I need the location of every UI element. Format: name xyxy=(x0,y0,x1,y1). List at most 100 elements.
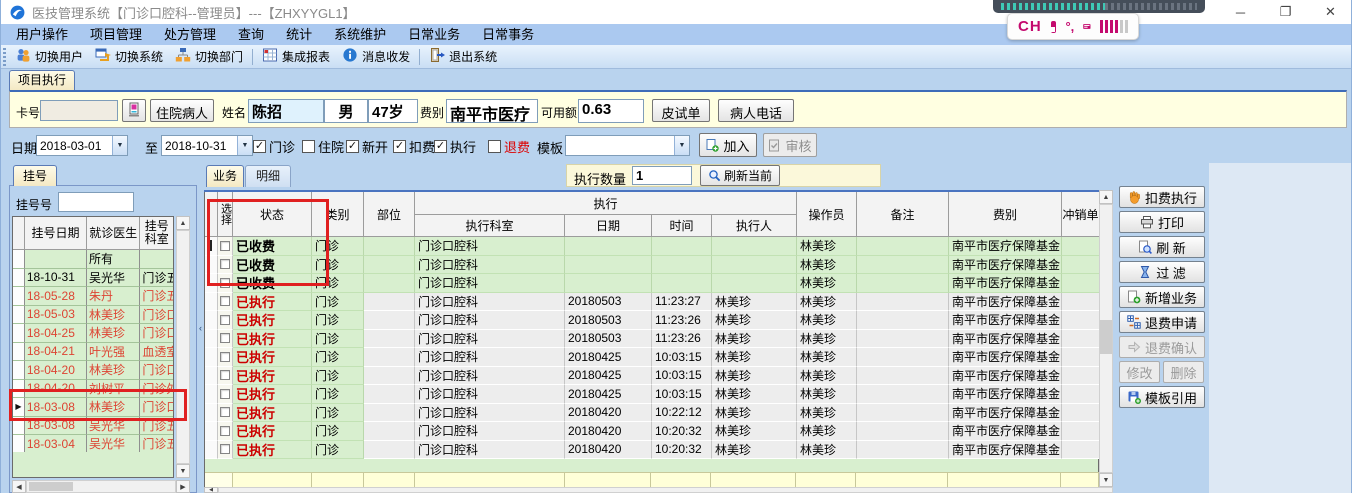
action-button-8[interactable]: 删除 xyxy=(1163,361,1204,383)
toolbar-item-3[interactable]: 集成报表 xyxy=(256,46,336,68)
action-button-9[interactable]: 模板引用 xyxy=(1119,386,1205,408)
date-from-dropdown[interactable]: 2018-03-01 ▼ xyxy=(36,135,128,156)
panel-splitter[interactable]: ‹ xyxy=(197,163,204,493)
scroll-down-icon[interactable]: ▼ xyxy=(1099,473,1113,487)
menu-item-0[interactable]: 用户操作 xyxy=(5,24,79,45)
scroll-up-icon[interactable]: ▲ xyxy=(1099,190,1113,204)
tab-detail[interactable]: 明细 xyxy=(245,165,291,187)
audit-button[interactable]: 审核 xyxy=(763,133,817,157)
scroll-up-icon[interactable]: ▲ xyxy=(176,216,190,230)
registration-row[interactable]: 18-03-08吴光华门诊五官 xyxy=(13,416,173,435)
menu-item-7[interactable]: 日常事务 xyxy=(471,24,545,45)
card-no-input[interactable] xyxy=(40,100,118,121)
business-row[interactable]: 已执行 门诊 门诊口腔科 20180420 10:20:32 林美珍 林美珍 南平市医疗保障基… xyxy=(204,440,1113,459)
registration-row[interactable]: 18-04-20刘树平门诊外科 xyxy=(13,379,173,398)
row-checkbox[interactable] xyxy=(220,240,230,251)
chevron-down-icon[interactable]: ▼ xyxy=(674,136,689,155)
add-button[interactable]: 加入 xyxy=(699,133,757,157)
menu-item-4[interactable]: 统计 xyxy=(275,24,323,45)
scroll-thumb[interactable] xyxy=(1100,320,1112,354)
cell-select[interactable] xyxy=(218,422,233,441)
close-button[interactable]: ✕ xyxy=(1308,4,1351,20)
menu-item-3[interactable]: 查询 xyxy=(227,24,275,45)
registration-row[interactable]: 18-05-03林美珍门诊口腔 xyxy=(13,305,173,324)
scroll-left-icon[interactable]: ◀ xyxy=(12,480,26,493)
registration-row[interactable]: 18-04-25林美珍门诊口腔 xyxy=(13,324,173,343)
checkbox-box[interactable]: ✓ xyxy=(393,140,406,153)
ime-fullwidth-icon[interactable] xyxy=(1050,20,1057,33)
checkbox-box[interactable]: ✓ xyxy=(253,140,266,153)
checkbox-门诊[interactable]: ✓ 门诊 xyxy=(253,137,295,156)
registration-row[interactable]: 18-04-20林美珍门诊口腔 xyxy=(13,361,173,380)
row-checkbox[interactable] xyxy=(220,333,230,344)
scroll-thumb[interactable] xyxy=(29,482,73,491)
ime-lang-indicator[interactable]: CH xyxy=(1018,18,1042,35)
action-button-7[interactable]: 修改 xyxy=(1119,361,1160,383)
row-checkbox[interactable] xyxy=(220,259,230,270)
business-row[interactable]: 已执行 门诊 门诊口腔科 20180420 10:22:12 林美珍 林美珍 南平市医疗保障基… xyxy=(204,403,1113,422)
action-button-1[interactable]: 打印 xyxy=(1119,211,1205,233)
cell-select[interactable] xyxy=(218,348,233,367)
registration-row[interactable]: ▶18-03-08林美珍门诊口腔 xyxy=(13,398,173,417)
ime-keyboard-icon[interactable] xyxy=(1083,21,1091,32)
business-vscrollbar[interactable]: ▲ ▼ xyxy=(1099,190,1113,487)
tab-business[interactable]: 业务 xyxy=(206,165,244,187)
cell-select[interactable] xyxy=(218,385,233,404)
checkbox-box[interactable] xyxy=(488,140,501,153)
toolbar-item-1[interactable]: 切换系统 xyxy=(89,46,169,68)
action-button-3[interactable]: 过 滤 xyxy=(1119,261,1205,283)
chevron-down-icon[interactable]: ▼ xyxy=(112,136,127,155)
card-reader-button[interactable] xyxy=(122,99,146,122)
action-button-6[interactable]: 退费确认 xyxy=(1119,336,1205,358)
row-checkbox[interactable] xyxy=(220,444,230,455)
action-button-5[interactable]: 退费申请 xyxy=(1119,311,1205,333)
reg-no-input[interactable] xyxy=(58,192,134,212)
chevron-down-icon[interactable]: ▼ xyxy=(237,136,252,155)
ime-punctuation-icon[interactable]: °, xyxy=(1065,19,1074,34)
row-checkbox[interactable] xyxy=(220,425,230,436)
inpatient-button[interactable]: 住院病人 xyxy=(150,99,214,122)
menu-item-2[interactable]: 处方管理 xyxy=(153,24,227,45)
business-row[interactable]: 已执行 门诊 门诊口腔科 20180425 10:03:15 林美珍 林美珍 南平市医疗保障基… xyxy=(204,348,1113,367)
skin-test-button[interactable]: 皮试单 xyxy=(652,99,710,122)
menu-item-5[interactable]: 系统维护 xyxy=(323,24,397,45)
business-row[interactable]: 已收费 门诊 门诊口腔科 林美珍 南平市医疗保障基金 xyxy=(204,237,1113,256)
checkbox-住院[interactable]: 住院 xyxy=(302,137,344,156)
minimize-button[interactable]: ─ xyxy=(1218,5,1263,20)
row-checkbox[interactable] xyxy=(220,296,230,307)
row-checkbox[interactable] xyxy=(220,370,230,381)
menu-item-6[interactable]: 日常业务 xyxy=(397,24,471,45)
refresh-current-button[interactable]: 刷新当前 xyxy=(700,165,780,186)
date-to-dropdown[interactable]: 2018-10-31 ▼ xyxy=(161,135,253,156)
scroll-right-icon[interactable]: ▶ xyxy=(176,480,190,493)
menu-item-1[interactable]: 项目管理 xyxy=(79,24,153,45)
restore-button[interactable]: ❐ xyxy=(1263,4,1308,20)
business-row[interactable]: 已执行 门诊 门诊口腔科 20180420 10:20:32 林美珍 林美珍 南平市医疗保障基… xyxy=(204,422,1113,441)
business-row[interactable]: 已执行 门诊 门诊口腔科 20180503 11:23:26 林美珍 林美珍 南平市医疗保障基… xyxy=(204,329,1113,348)
registration-row[interactable]: 所有 xyxy=(13,250,173,269)
checkbox-扣费[interactable]: ✓ 扣费 xyxy=(393,137,435,156)
toolbar-item-4[interactable]: 消息收发 xyxy=(336,46,416,68)
row-checkbox[interactable] xyxy=(220,388,230,399)
cell-select[interactable] xyxy=(218,366,233,385)
business-row[interactable]: 已执行 门诊 门诊口腔科 20180503 11:23:27 林美珍 林美珍 南平市医疗保障基… xyxy=(204,292,1113,311)
registration-row[interactable]: 18-03-04吴光华门诊五官 xyxy=(13,435,173,454)
cell-select[interactable] xyxy=(218,329,233,348)
business-hscrollbar[interactable]: ◀ xyxy=(204,487,1113,493)
tab-registration[interactable]: 挂号 xyxy=(13,165,57,186)
checkbox-box[interactable]: ✓ xyxy=(434,140,447,153)
tab-project-execution[interactable]: 项目执行 xyxy=(9,70,75,90)
business-row[interactable]: 已收费 门诊 门诊口腔科 林美珍 南平市医疗保障基金 xyxy=(204,274,1113,293)
cell-select[interactable] xyxy=(218,274,233,293)
row-checkbox[interactable] xyxy=(220,314,230,325)
cell-select[interactable] xyxy=(218,440,233,459)
action-button-0[interactable]: 扣费执行 xyxy=(1119,186,1205,208)
cell-select[interactable] xyxy=(218,292,233,311)
row-checkbox[interactable] xyxy=(220,277,230,288)
cell-select[interactable] xyxy=(218,311,233,330)
cell-select[interactable] xyxy=(218,237,233,256)
exec-qty-input[interactable]: 1 xyxy=(632,166,692,185)
business-row[interactable]: 已执行 门诊 门诊口腔科 20180503 11:23:26 林美珍 林美珍 南平市医疗保障基… xyxy=(204,311,1113,330)
registration-vscrollbar[interactable]: ▲ ▼ xyxy=(176,216,190,478)
scroll-down-icon[interactable]: ▼ xyxy=(176,464,190,478)
